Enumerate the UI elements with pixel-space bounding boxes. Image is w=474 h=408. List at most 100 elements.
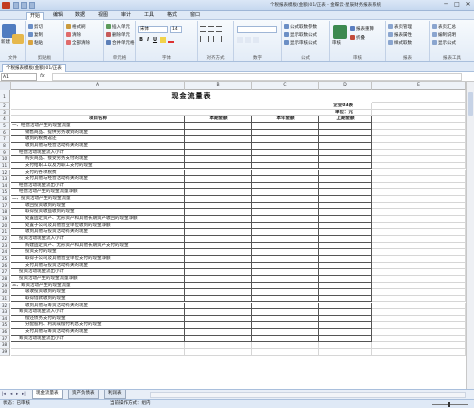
column-header-b[interactable]: B [185,82,252,90]
formula-param-button[interactable]: 公式取数参数 [284,24,317,30]
amount-cell[interactable] [252,329,319,336]
amount-cell[interactable] [185,315,252,323]
italic-button[interactable]: I [145,37,151,43]
amount-cell[interactable] [252,262,319,270]
font-size-select[interactable]: 14 [170,26,182,33]
sheet-cell[interactable] [372,249,466,256]
sheet-cell[interactable] [372,282,466,290]
menu-start[interactable]: 开始 [26,12,45,20]
amount-cell[interactable] [319,269,372,276]
amount-cell[interactable] [319,262,372,270]
sheet-cell[interactable] [372,342,466,350]
row-header[interactable]: 33 [0,309,10,316]
row-header[interactable]: 31 [0,295,10,303]
sheet-cell[interactable] [372,275,466,283]
line-item-name[interactable]: 支付给职工以及为职工支付的现金 [11,162,185,170]
align-right-icon[interactable] [216,36,222,42]
amount-cell[interactable] [185,275,252,283]
amount-cell[interactable] [252,169,319,177]
prev-sheet-icon[interactable]: ◂ [10,392,12,397]
sheet-cell[interactable] [372,209,466,217]
line-item-name[interactable]: 支付其他与经营活动有关的现金 [11,176,185,183]
row-header[interactable]: 35 [0,322,10,330]
row-header[interactable]: 39 [0,349,10,356]
document-tab[interactable]: 个税报表模板(金额)01/正表 [2,64,66,72]
sheet-cell[interactable] [372,162,466,170]
line-item-name[interactable]: 销售商品、提供劳务收到的现金 [11,129,185,137]
sheet-cell[interactable] [372,322,466,330]
amount-cell[interactable] [319,249,372,256]
line-item-name[interactable]: 经营活动现金流入小计 [11,149,185,157]
row-header[interactable]: 30 [0,289,10,296]
font-color-icon[interactable] [168,37,174,43]
row-header[interactable]: 2 [0,103,10,110]
row-header[interactable]: 36 [0,329,10,336]
sheet-tab-cashflow[interactable]: 现金流量表 [32,390,63,399]
notes-button[interactable]: 编制说明 [432,32,456,38]
amount-cell[interactable] [252,322,319,330]
amount-cell[interactable] [319,322,372,330]
line-item-name[interactable]: 筹资活动现金流入小计 [11,309,185,316]
row-header[interactable]: 8 [0,142,10,150]
sheet-cell[interactable] [11,342,185,350]
sheet-cell[interactable] [372,182,466,190]
amount-cell[interactable] [252,189,319,197]
fold-button[interactable]: 折叠 [350,35,365,41]
line-item-name[interactable]: 经营活动现金流出小计 [11,182,185,190]
sheet-cell[interactable] [252,349,319,356]
sheet-cell[interactable] [372,103,466,110]
line-item-name[interactable]: 偿还债务支付的现金 [11,315,185,323]
amount-cell[interactable] [252,229,319,236]
sheet-cell[interactable] [185,349,252,356]
line-item-name[interactable]: 二、投资活动产生的现金流量 [11,196,185,203]
page-summary-button[interactable]: 表页汇总 [432,24,456,30]
line-item-name[interactable]: 处置固定资产、无形资产和其他长期资产收回的现金净额 [11,216,185,223]
line-item-name[interactable]: 收到的税费返还 [11,136,185,143]
save-icon[interactable] [13,2,19,9]
line-item-name[interactable]: 投资活动现金流出小计 [11,269,185,276]
sheet-grid[interactable]: 1 现金流量表 2 企业03表 3 单位：元 4 项目名称 本期金额 本年金额 上期金额 5 一、经营活… [0,90,474,389]
row-header[interactable]: 14 [0,182,10,190]
amount-cell[interactable] [252,216,319,223]
row-header[interactable]: 6 [0,129,10,137]
amount-cell[interactable] [185,156,252,163]
row-header[interactable]: 9 [0,149,10,157]
redo-icon[interactable] [29,2,35,9]
amount-cell[interactable] [319,295,372,303]
amount-cell[interactable] [252,156,319,163]
column-header-a[interactable]: A [11,82,185,90]
line-item-name[interactable]: 收回投资收到的现金 [11,202,185,210]
delete-cell-button[interactable]: 删除单元 [106,32,130,38]
sheet-cell[interactable] [372,176,466,183]
sheet-tab-balance[interactable]: 资产负债表 [68,390,99,399]
row-header[interactable]: 27 [0,269,10,276]
format-painter-button[interactable]: 格式刷 [66,24,86,30]
amount-cell[interactable] [185,302,252,310]
menu-data[interactable]: 数据 [72,12,88,19]
sheet-cell[interactable] [372,289,466,296]
row-header[interactable]: 24 [0,249,10,256]
row-header[interactable]: 16 [0,196,10,203]
amount-cell[interactable] [319,242,372,250]
menu-tools[interactable]: 工具 [141,12,157,19]
column-header-d[interactable]: D [319,82,372,90]
row-header[interactable]: 12 [0,169,10,177]
sheet-cell[interactable] [372,329,466,336]
sheet-cell[interactable] [372,189,466,197]
amount-cell[interactable] [185,249,252,256]
line-item-name[interactable]: 购建固定资产、无形资产和其他长期资产支付的现金 [11,242,185,250]
amount-cell[interactable] [185,216,252,223]
row-header[interactable]: 38 [0,342,10,350]
amount-cell[interactable] [319,182,372,190]
amount-cell[interactable] [252,309,319,316]
form-number[interactable]: 企业03表 [11,103,372,110]
merge-cell-button[interactable]: 合并单元格 [106,40,135,46]
amount-cell[interactable] [185,255,252,263]
cut-button[interactable]: 剪切 [28,24,43,30]
line-item-name[interactable]: 筹资活动现金流出小计 [11,335,185,343]
column-title[interactable]: 项目名称 [11,116,185,123]
amount-cell[interactable] [319,216,372,223]
amount-cell[interactable] [319,289,372,296]
sheet-cell[interactable] [372,295,466,303]
formula-input[interactable] [52,73,462,81]
